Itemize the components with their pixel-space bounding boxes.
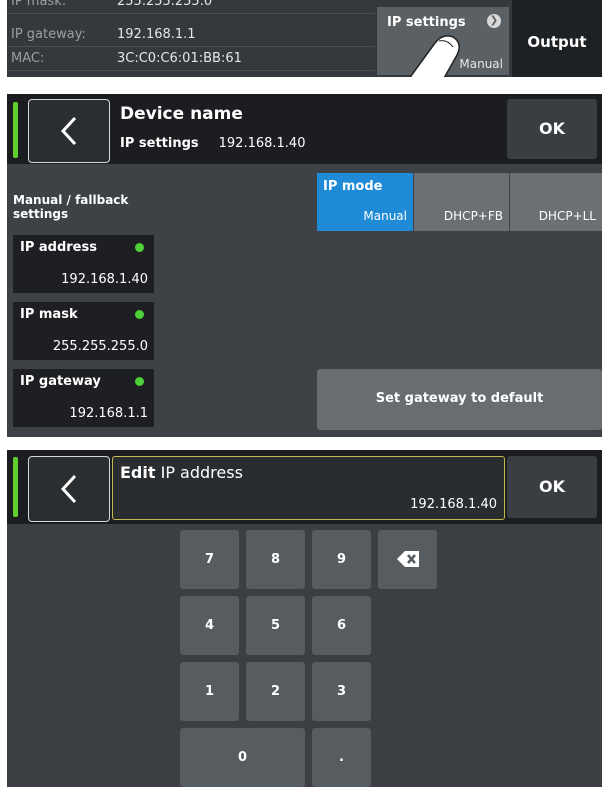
key-1[interactable]: 1: [180, 662, 239, 721]
mac-row: MAC: 3C:C0:C6:01:BB:61: [7, 48, 375, 71]
mac-value: 3C:C0:C6:01:BB:61: [117, 51, 242, 66]
ok-button[interactable]: OK: [507, 99, 597, 159]
chevron-right-icon: ❯: [487, 14, 501, 28]
mac-label: MAC:: [11, 51, 45, 66]
ip-mode-manual[interactable]: IP mode Manual: [317, 173, 413, 231]
edit-title-rest: IP address: [155, 463, 243, 482]
output-button[interactable]: Output: [512, 0, 602, 77]
edit-title-bold: Edit: [120, 463, 156, 482]
ip-mask-value: 255.255.255.0: [117, 0, 213, 9]
ip-mode-dhcp-fb[interactable]: DHCP+FB: [414, 173, 509, 231]
key-3[interactable]: 3: [312, 662, 371, 721]
output-label: Output: [527, 33, 587, 51]
section-label: Manual / fallback settings: [13, 193, 128, 221]
header-bar: Edit IP address 192.168.1.40 OK: [7, 450, 602, 524]
key-8[interactable]: 8: [246, 530, 305, 589]
ip-mask-label: IP mask: [20, 307, 78, 322]
key-7[interactable]: 7: [180, 530, 239, 589]
set-gateway-default-button[interactable]: Set gateway to default: [317, 369, 602, 430]
key-9[interactable]: 9: [312, 530, 371, 589]
ip-mode-option: DHCP+FB: [443, 209, 503, 223]
page-title: Device name: [120, 104, 243, 124]
chevron-left-icon: [60, 474, 77, 504]
device-info-panel: IP mask: 255.255.255.0 IP gateway: 192.1…: [7, 0, 602, 77]
back-button[interactable]: [28, 456, 110, 522]
ip-gateway-value: 192.168.1.1: [117, 27, 196, 42]
ip-mask-field[interactable]: IP mask 255.255.255.0: [13, 302, 154, 360]
ip-mode-label: IP mode: [323, 179, 383, 194]
ip-mask-label: IP mask:: [11, 0, 67, 9]
ok-button[interactable]: OK: [507, 456, 597, 518]
ip-mode-option: Manual: [363, 209, 407, 223]
key-2[interactable]: 2: [246, 662, 305, 721]
ip-mode-dhcp-ll[interactable]: DHCP+LL: [510, 173, 602, 231]
breadcrumb: IP settings 192.168.1.40: [120, 136, 305, 151]
ip-mode-selector: IP mode Manual DHCP+FB DHCP+LL: [317, 173, 602, 231]
status-dot-icon: [135, 243, 144, 252]
set-gateway-label: Set gateway to default: [375, 391, 544, 406]
ip-settings-screen: Device name IP settings 192.168.1.40 OK M…: [7, 94, 602, 437]
key-dot[interactable]: .: [312, 728, 371, 787]
finger-icon: [409, 35, 460, 77]
status-indicator: [13, 102, 18, 158]
ip-gateway-row: IP gateway: 192.168.1.1: [7, 24, 375, 47]
status-dot-icon: [135, 310, 144, 319]
key-6[interactable]: 6: [312, 596, 371, 655]
section-label-line2: settings: [13, 207, 69, 221]
edit-ip-screen: Edit IP address 192.168.1.40 OK 7 8 9 4 …: [7, 450, 602, 787]
ip-address-field[interactable]: IP address 192.168.1.40: [13, 235, 154, 293]
ip-mask-value: 255.255.255.0: [52, 339, 148, 354]
header-bar: Device name IP settings 192.168.1.40 OK: [7, 94, 602, 164]
backspace-icon: [397, 551, 419, 567]
ip-address-value: 192.168.1.40: [61, 272, 148, 287]
key-5[interactable]: 5: [246, 596, 305, 655]
ip-gateway-label: IP gateway: [20, 374, 101, 389]
ip-mode-option: DHCP+LL: [538, 209, 596, 223]
ip-gateway-label: IP gateway:: [11, 27, 86, 42]
edit-value: 192.168.1.40: [410, 497, 497, 512]
key-4[interactable]: 4: [180, 596, 239, 655]
chevron-left-icon: [60, 116, 77, 146]
ok-label: OK: [539, 477, 565, 496]
ip-address-input[interactable]: Edit IP address 192.168.1.40: [112, 456, 505, 520]
ip-gateway-field[interactable]: IP gateway 192.168.1.1: [13, 369, 154, 427]
key-0[interactable]: 0: [180, 728, 305, 787]
section-label-line1: Manual / fallback: [13, 193, 129, 207]
edit-title: Edit IP address: [120, 463, 243, 482]
status-dot-icon: [135, 377, 144, 386]
ip-settings-button[interactable]: IP settings ❯ Manual: [377, 7, 509, 77]
ip-gateway-value: 192.168.1.1: [69, 406, 148, 421]
ip-mask-row: IP mask: 255.255.255.0: [7, 0, 375, 14]
ok-label: OK: [539, 119, 565, 138]
back-button[interactable]: [28, 99, 110, 163]
breadcrumb-value: 192.168.1.40: [218, 136, 306, 151]
backspace-button[interactable]: [378, 530, 437, 589]
breadcrumb-label: IP settings: [120, 136, 199, 151]
status-indicator: [13, 457, 18, 517]
ip-address-label: IP address: [20, 240, 97, 255]
